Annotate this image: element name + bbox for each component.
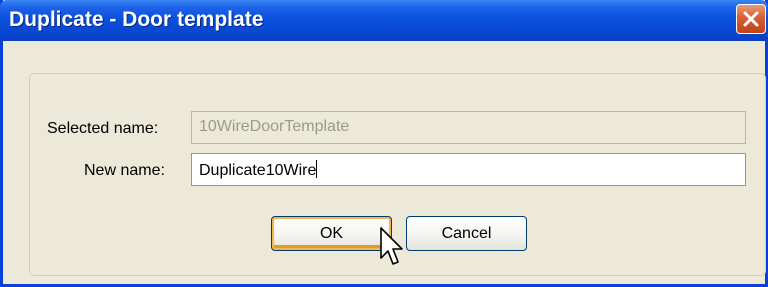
selected-name-field: 10WireDoorTemplate bbox=[191, 111, 746, 144]
close-icon bbox=[743, 11, 759, 27]
dialog-window: Duplicate - Door template Selected name:… bbox=[0, 0, 768, 287]
ok-button[interactable]: OK bbox=[271, 216, 392, 251]
mouse-pointer-icon bbox=[380, 227, 403, 265]
new-name-value: Duplicate10Wire bbox=[199, 162, 317, 179]
close-button[interactable] bbox=[736, 4, 766, 34]
title-bar[interactable]: Duplicate - Door template bbox=[0, 0, 768, 41]
selected-name-value: 10WireDoorTemplate bbox=[199, 118, 350, 135]
new-name-input[interactable]: Duplicate10Wire bbox=[191, 153, 746, 186]
text-caret bbox=[316, 160, 318, 178]
cancel-button[interactable]: Cancel bbox=[406, 216, 527, 251]
window-title: Duplicate - Door template bbox=[9, 8, 264, 31]
selected-name-label: Selected name: bbox=[47, 120, 159, 137]
new-name-label: New name: bbox=[84, 162, 165, 179]
